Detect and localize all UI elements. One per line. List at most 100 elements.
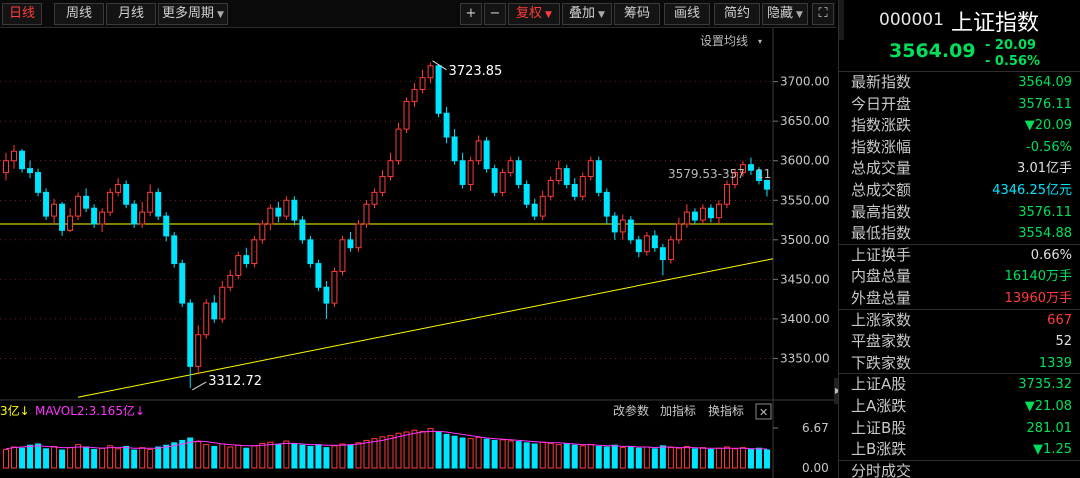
candle[interactable] [51, 203, 58, 217]
candle[interactable] [107, 191, 114, 213]
tab-monthly[interactable]: 月线 [106, 3, 156, 25]
ma-settings-label[interactable]: 设置均线 [700, 34, 748, 48]
candle[interactable] [387, 160, 394, 178]
candle[interactable] [35, 172, 42, 193]
candle[interactable] [267, 207, 274, 225]
candle[interactable] [243, 255, 250, 265]
candle[interactable] [259, 223, 266, 241]
candle[interactable] [27, 168, 34, 174]
candle[interactable] [699, 207, 706, 221]
candle[interactable] [155, 191, 162, 217]
candle[interactable] [171, 235, 178, 265]
candle[interactable] [627, 219, 634, 241]
candle[interactable] [179, 263, 186, 304]
candle[interactable] [19, 150, 26, 170]
candle[interactable] [523, 183, 530, 205]
candle[interactable] [587, 160, 594, 178]
candle[interactable] [291, 199, 298, 221]
candle[interactable] [307, 239, 314, 265]
panel-tab-handle[interactable] [839, 0, 844, 40]
candle[interactable] [443, 112, 450, 138]
candle[interactable] [251, 239, 258, 265]
candle[interactable] [339, 239, 346, 272]
candle[interactable] [643, 235, 650, 253]
kline-chart[interactable]: 3700.00 3650.00 3600.00 3550.00 3500.00 3450.… [0, 28, 836, 478]
candle[interactable] [611, 215, 618, 233]
candle[interactable] [507, 160, 514, 174]
candle[interactable] [43, 191, 50, 217]
candle[interactable] [555, 168, 562, 182]
candle[interactable] [227, 274, 234, 288]
candle[interactable] [764, 180, 770, 190]
candle[interactable] [139, 211, 146, 225]
candle[interactable] [115, 183, 122, 193]
candle[interactable] [347, 239, 354, 249]
candle[interactable] [83, 195, 90, 209]
candle[interactable] [59, 203, 66, 231]
candle[interactable] [459, 160, 466, 185]
candle[interactable] [323, 286, 330, 304]
candle[interactable] [163, 215, 170, 237]
close-icon[interactable]: ✕ [759, 406, 768, 419]
vol-action-edit-params[interactable]: 改参数 [613, 403, 649, 418]
candle[interactable] [427, 65, 434, 79]
candle[interactable] [635, 239, 642, 253]
candle[interactable] [91, 207, 98, 225]
candle[interactable] [75, 195, 82, 217]
candle[interactable] [355, 223, 362, 249]
candle[interactable] [675, 223, 682, 241]
candle[interactable] [563, 168, 570, 185]
zoom-out-button[interactable]: − [484, 3, 506, 25]
candle[interactable] [691, 211, 698, 221]
hide-dropdown[interactable]: 隐藏 ▼ [762, 3, 808, 25]
candle[interactable] [299, 219, 306, 241]
candle[interactable] [499, 172, 506, 193]
candle[interactable] [419, 77, 426, 91]
kline-chart-svg[interactable]: 3700.00 3650.00 3600.00 3550.00 3500.00 3450.… [0, 28, 836, 478]
simple-mode-button[interactable]: 简约 [714, 3, 760, 25]
candle[interactable] [187, 302, 194, 367]
zoom-in-button[interactable]: + [460, 3, 482, 25]
adjust-dropdown[interactable]: 复权 ▼ [508, 3, 560, 25]
candle[interactable] [747, 164, 754, 171]
candle[interactable] [315, 263, 322, 288]
candle[interactable] [467, 160, 474, 185]
candle[interactable] [483, 140, 490, 170]
candle[interactable] [539, 195, 546, 217]
candle[interactable] [723, 183, 730, 205]
ma-settings-caret-icon[interactable]: ▾ [758, 37, 762, 46]
tab-daily[interactable]: 日线 [2, 3, 42, 25]
candle[interactable] [235, 255, 242, 276]
candle[interactable] [531, 203, 538, 217]
candle[interactable] [603, 191, 610, 217]
candle[interactable] [131, 203, 138, 225]
candle[interactable] [203, 302, 210, 336]
candle[interactable] [683, 211, 690, 225]
overlay-dropdown[interactable]: 叠加 ▼ [562, 3, 612, 25]
candle[interactable] [715, 203, 722, 219]
candle[interactable] [667, 239, 674, 261]
candle[interactable] [3, 160, 9, 174]
candle[interactable] [371, 191, 378, 205]
candle[interactable] [11, 150, 17, 162]
candle[interactable] [571, 183, 578, 197]
candle[interactable] [275, 207, 282, 217]
candle[interactable] [595, 160, 602, 193]
candle[interactable] [515, 160, 522, 185]
candle[interactable] [579, 176, 586, 197]
candle[interactable] [379, 176, 386, 193]
candle[interactable] [619, 219, 626, 233]
candle[interactable] [123, 183, 130, 205]
tick-trades-header[interactable]: 分时成交 [839, 461, 1080, 478]
draw-line-button[interactable]: 画线 [664, 3, 710, 25]
candle[interactable] [219, 286, 226, 320]
vol-action-switch-indicator[interactable]: 换指标 [708, 403, 744, 418]
candle[interactable] [403, 100, 410, 130]
candle[interactable] [147, 191, 154, 213]
candle[interactable] [411, 89, 418, 102]
candle[interactable] [475, 140, 482, 162]
candle[interactable] [491, 168, 498, 193]
candle[interactable] [651, 235, 658, 249]
candle[interactable] [283, 199, 290, 217]
candle[interactable] [707, 207, 714, 219]
